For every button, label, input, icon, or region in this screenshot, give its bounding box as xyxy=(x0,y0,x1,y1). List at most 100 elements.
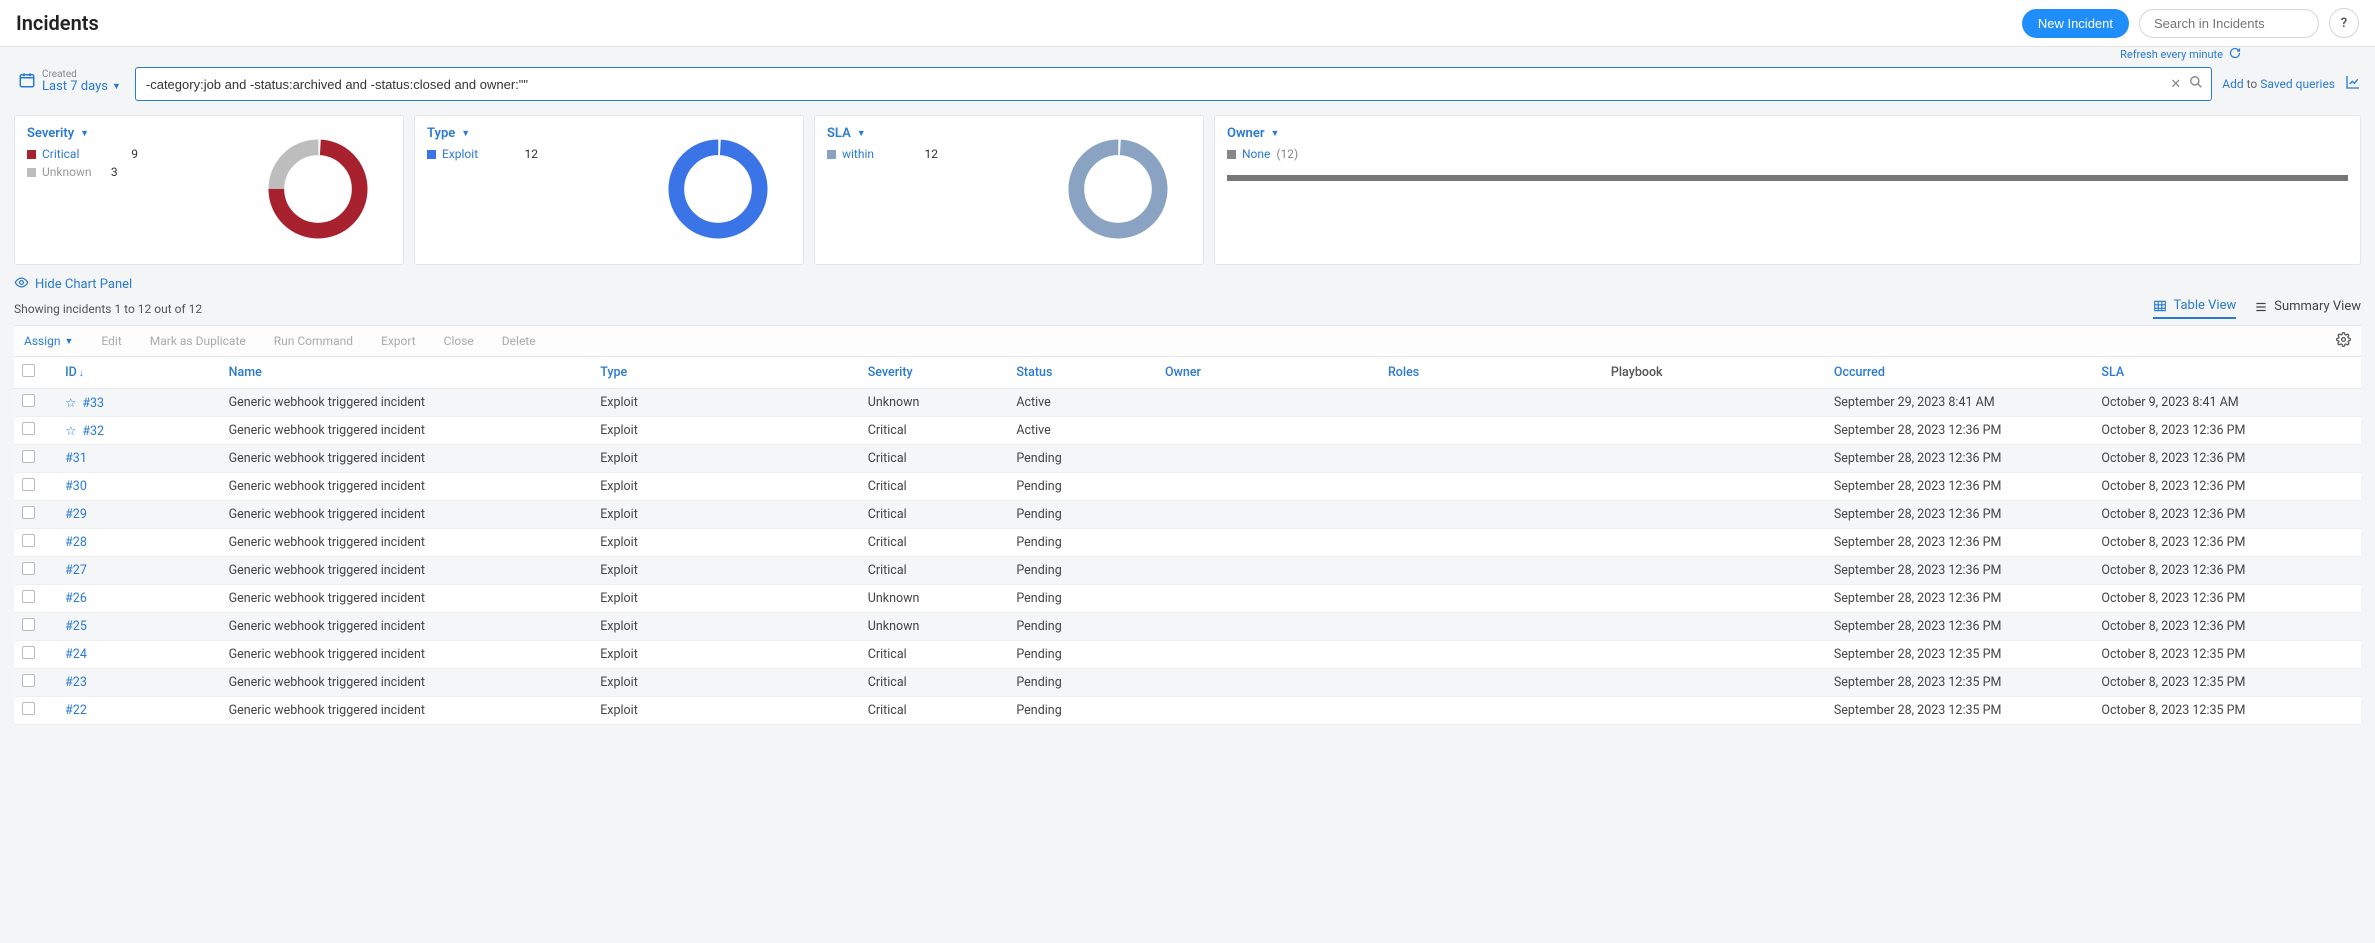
table-row[interactable]: #25Generic webhook triggered incidentExp… xyxy=(14,613,2361,641)
row-checkbox[interactable] xyxy=(22,534,35,547)
action-close[interactable]: Close xyxy=(444,334,474,348)
refresh-interval[interactable]: Refresh every minute xyxy=(2120,47,2241,62)
action-run-command[interactable]: Run Command xyxy=(274,334,353,348)
legend-value: 12 xyxy=(518,147,538,161)
tab-summary-label: Summary View xyxy=(2274,299,2361,314)
incident-id-link[interactable]: #28 xyxy=(65,535,87,550)
action-delete[interactable]: Delete xyxy=(502,334,536,348)
incident-id-link[interactable]: #30 xyxy=(65,479,87,494)
row-checkbox[interactable] xyxy=(22,450,35,463)
row-checkbox[interactable] xyxy=(22,590,35,603)
incident-id-link[interactable]: #25 xyxy=(65,619,87,634)
action-export[interactable]: Export xyxy=(381,334,416,348)
table-row[interactable]: #28Generic webhook triggered incidentExp… xyxy=(14,529,2361,557)
hide-chart-link[interactable]: Hide Chart Panel xyxy=(35,277,132,292)
chart-panels: Severity▼ Critical9Unknown3 Type▼ Exploi… xyxy=(14,115,2361,265)
table-row[interactable]: #24Generic webhook triggered incidentExp… xyxy=(14,641,2361,669)
cell-sla: October 9, 2023 8:41 AM xyxy=(2093,389,2361,417)
star-icon[interactable]: ☆ xyxy=(65,396,76,411)
incident-id-link[interactable]: #24 xyxy=(65,647,87,662)
cell-type: Exploit xyxy=(592,445,860,473)
incident-id-link[interactable]: #31 xyxy=(65,451,87,466)
legend-label: Critical xyxy=(42,147,112,161)
panel-title-sla[interactable]: SLA xyxy=(827,126,851,141)
col-name[interactable]: Name xyxy=(221,357,593,389)
header-search-input[interactable] xyxy=(2139,9,2319,38)
search-icon[interactable] xyxy=(2189,75,2203,93)
star-icon[interactable]: ☆ xyxy=(65,424,76,439)
cell-roles xyxy=(1380,669,1603,697)
col-sla[interactable]: SLA xyxy=(2093,357,2361,389)
cell-checkbox xyxy=(14,669,57,697)
cell-checkbox xyxy=(14,473,57,501)
query-input[interactable] xyxy=(144,76,2162,93)
incident-id-link[interactable]: #27 xyxy=(65,563,87,578)
incident-id-link[interactable]: #22 xyxy=(65,703,87,718)
table-row[interactable]: #26Generic webhook triggered incidentExp… xyxy=(14,585,2361,613)
panel-title-type[interactable]: Type xyxy=(427,126,455,141)
cell-occurred: September 28, 2023 12:36 PM xyxy=(1826,557,2094,585)
col-severity[interactable]: Severity xyxy=(860,357,1009,389)
cell-owner xyxy=(1157,697,1380,725)
panel-title-owner[interactable]: Owner xyxy=(1227,126,1265,141)
table-row[interactable]: #31Generic webhook triggered incidentExp… xyxy=(14,445,2361,473)
row-checkbox[interactable] xyxy=(22,506,35,519)
table-row[interactable]: #29Generic webhook triggered incidentExp… xyxy=(14,501,2361,529)
action-duplicate[interactable]: Mark as Duplicate xyxy=(150,334,246,348)
row-checkbox[interactable] xyxy=(22,674,35,687)
cell-playbook xyxy=(1603,389,1826,417)
add-query-link[interactable]: Add xyxy=(2222,77,2243,91)
cell-id: #30 xyxy=(57,473,221,501)
table-row[interactable]: #22Generic webhook triggered incidentExp… xyxy=(14,697,2361,725)
table-row[interactable]: #23Generic webhook triggered incidentExp… xyxy=(14,669,2361,697)
action-assign[interactable]: Assign ▼ xyxy=(24,334,73,348)
tab-table-view[interactable]: Table View xyxy=(2153,298,2236,319)
cell-status: Active xyxy=(1008,417,1157,445)
incident-id-link[interactable]: #29 xyxy=(65,507,87,522)
row-checkbox[interactable] xyxy=(22,422,35,435)
caret-down-icon: ▼ xyxy=(461,128,470,139)
table-row[interactable]: ☆#32Generic webhook triggered incidentEx… xyxy=(14,417,2361,445)
select-all-checkbox[interactable] xyxy=(22,364,35,377)
col-roles[interactable]: Roles xyxy=(1380,357,1603,389)
cell-owner xyxy=(1157,585,1380,613)
row-checkbox[interactable] xyxy=(22,702,35,715)
row-checkbox[interactable] xyxy=(22,394,35,407)
cell-owner xyxy=(1157,641,1380,669)
owner-none-link[interactable]: None xyxy=(1242,147,1270,161)
table-row[interactable]: #30Generic webhook triggered incidentExp… xyxy=(14,473,2361,501)
incident-id-link[interactable]: #26 xyxy=(65,591,87,606)
new-incident-button[interactable]: New Incident xyxy=(2022,9,2129,38)
clear-query-icon[interactable]: ✕ xyxy=(2170,77,2181,92)
caret-down-icon: ▼ xyxy=(80,128,89,139)
row-checkbox[interactable] xyxy=(22,646,35,659)
refresh-icon[interactable] xyxy=(2229,47,2241,62)
stats-icon[interactable] xyxy=(2345,74,2361,94)
cell-name: Generic webhook triggered incident xyxy=(221,417,593,445)
col-occurred[interactable]: Occurred xyxy=(1826,357,2094,389)
incident-id-link[interactable]: #33 xyxy=(82,396,104,411)
action-edit[interactable]: Edit xyxy=(101,334,121,348)
owner-swatch xyxy=(1227,150,1236,159)
row-checkbox[interactable] xyxy=(22,478,35,491)
col-playbook[interactable]: Playbook xyxy=(1603,357,1826,389)
help-button[interactable]: ? xyxy=(2329,8,2359,38)
row-checkbox[interactable] xyxy=(22,618,35,631)
tab-summary-view[interactable]: Summary View xyxy=(2254,299,2361,318)
date-range-picker[interactable]: Created Last 7 days ▼ xyxy=(14,67,125,100)
incident-id-link[interactable]: #23 xyxy=(65,675,87,690)
panel-title-severity[interactable]: Severity xyxy=(27,126,74,141)
cell-sla: October 8, 2023 12:36 PM xyxy=(2093,501,2361,529)
table-settings-icon[interactable] xyxy=(2336,332,2351,350)
incident-id-link[interactable]: #32 xyxy=(82,424,104,439)
row-checkbox[interactable] xyxy=(22,562,35,575)
table-row[interactable]: #27Generic webhook triggered incidentExp… xyxy=(14,557,2361,585)
saved-queries-link[interactable]: Saved queries xyxy=(2260,77,2335,91)
cell-sla: October 8, 2023 12:35 PM xyxy=(2093,641,2361,669)
table-row[interactable]: ☆#33Generic webhook triggered incidentEx… xyxy=(14,389,2361,417)
col-type[interactable]: Type xyxy=(592,357,860,389)
cell-owner xyxy=(1157,473,1380,501)
col-id[interactable]: ID↓ xyxy=(57,357,221,389)
col-owner[interactable]: Owner xyxy=(1157,357,1380,389)
col-status[interactable]: Status xyxy=(1008,357,1157,389)
